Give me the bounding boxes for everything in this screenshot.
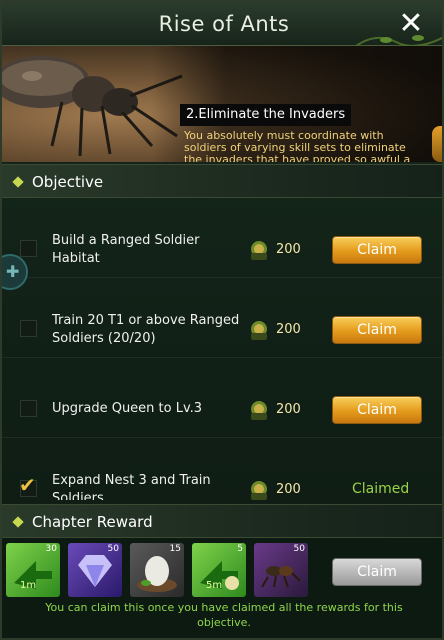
claim-button[interactable]: Claim bbox=[332, 316, 422, 344]
chapter-reward-label: Chapter Reward bbox=[32, 513, 153, 531]
claim-button[interactable]: Claim bbox=[332, 396, 422, 424]
reward-count: 50 bbox=[107, 544, 119, 554]
reward-count: 30 bbox=[45, 544, 57, 554]
task-checkbox bbox=[20, 320, 37, 337]
exp-value: 200 bbox=[276, 402, 301, 417]
task-checkbox bbox=[20, 240, 37, 257]
task-checkbox bbox=[20, 400, 37, 417]
diamond-bullet-icon bbox=[12, 176, 24, 188]
reward-item[interactable]: 50 bbox=[68, 543, 122, 597]
task-row: ✔ Expand Nest 3 and Train Soldiers 200 C… bbox=[2, 438, 442, 500]
chapter-reward-note: You can claim this once you have claimed… bbox=[45, 601, 403, 629]
exp-value: 200 bbox=[276, 242, 301, 257]
exp-icon bbox=[251, 481, 267, 500]
objective-header: Objective bbox=[2, 164, 442, 198]
exp-icon bbox=[251, 401, 267, 420]
reward-label: 1m bbox=[20, 580, 37, 591]
title-bar: Rise of Ants ✕ bbox=[2, 2, 442, 47]
task-text: Train 20 T1 or above Ranged Soldiers (20… bbox=[52, 313, 240, 346]
rise-of-ants-panel: Rise of Ants ✕ 2.Eliminate the Invaders … bbox=[0, 0, 444, 640]
reward-count: 5 bbox=[237, 544, 243, 554]
chapter-reward-header: Chapter Reward bbox=[2, 504, 442, 538]
diamond-bullet-icon bbox=[12, 516, 24, 528]
task-row: Build a Ranged Soldier Habitat 200 Claim bbox=[2, 198, 442, 278]
reward-item[interactable]: 5 5m bbox=[192, 543, 246, 597]
reward-label: 5m bbox=[206, 580, 223, 591]
side-expand-tab[interactable] bbox=[432, 126, 442, 162]
quest-description: You absolutely must coordinate with sold… bbox=[184, 129, 411, 163]
task-row: Upgrade Queen to Lv.3 200 Claim bbox=[2, 358, 442, 438]
objective-label: Objective bbox=[32, 173, 104, 191]
task-text: Expand Nest 3 and Train Soldiers bbox=[52, 473, 211, 500]
chapter-rewards: 30 1m 50 15 5 5m 50 Claim You can claim … bbox=[2, 538, 442, 638]
reward-item[interactable]: 30 1m bbox=[6, 543, 60, 597]
reward-item[interactable]: 50 bbox=[254, 543, 308, 597]
claim-button[interactable]: Claim bbox=[332, 236, 422, 264]
quest-title: 2.Eliminate the Invaders bbox=[180, 104, 352, 126]
exp-icon bbox=[251, 241, 267, 260]
task-checkbox: ✔ bbox=[19, 473, 37, 497]
task-text: Upgrade Queen to Lv.3 bbox=[52, 401, 203, 416]
chapter-claim-button[interactable]: Claim bbox=[332, 558, 422, 586]
exp-value: 200 bbox=[276, 322, 301, 337]
reward-count: 15 bbox=[169, 544, 181, 554]
checkmark-icon: ✔ bbox=[19, 473, 36, 497]
claimed-status: Claimed bbox=[352, 481, 410, 497]
reward-item[interactable]: 15 bbox=[130, 543, 184, 597]
close-icon: ✕ bbox=[398, 6, 424, 41]
exp-icon bbox=[251, 321, 267, 340]
task-row: Train 20 T1 or above Ranged Soldiers (20… bbox=[2, 278, 442, 358]
gamepad-icon: ✚ bbox=[6, 262, 20, 281]
reward-count: 50 bbox=[293, 544, 305, 554]
quest-banner: 2.Eliminate the Invaders You absolutely … bbox=[2, 46, 442, 163]
close-button[interactable]: ✕ bbox=[394, 8, 428, 42]
exp-value: 200 bbox=[276, 482, 301, 497]
task-text: Build a Ranged Soldier Habitat bbox=[52, 233, 200, 266]
objective-list[interactable]: Build a Ranged Soldier Habitat 200 Claim… bbox=[2, 198, 442, 500]
